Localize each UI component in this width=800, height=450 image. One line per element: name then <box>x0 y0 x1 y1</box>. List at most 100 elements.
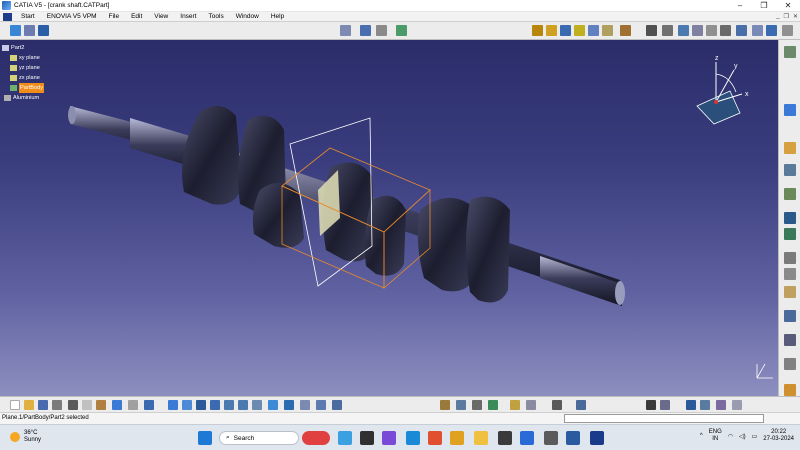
shading-icon[interactable] <box>300 400 310 410</box>
knowledge-icon[interactable] <box>700 400 710 410</box>
doc-close-icon[interactable]: ✕ <box>793 13 798 20</box>
wifi-icon[interactable]: ◠ <box>728 433 733 440</box>
boolean-icon[interactable] <box>784 188 796 200</box>
chrome-icon[interactable] <box>450 431 464 445</box>
redo-icon[interactable] <box>128 400 138 410</box>
settings-icon[interactable] <box>544 431 558 445</box>
pattern-icon[interactable] <box>782 25 793 36</box>
tree-item-yz-plane[interactable]: yz plane <box>2 63 44 73</box>
formula-icon[interactable] <box>646 400 656 410</box>
parameters-icon[interactable] <box>716 400 726 410</box>
grid-icon[interactable] <box>376 25 387 36</box>
catalog-icon[interactable] <box>576 400 586 410</box>
camera-icon[interactable] <box>552 400 562 410</box>
tree-root[interactable]: Part2 <box>2 43 44 53</box>
open-icon[interactable] <box>24 400 34 410</box>
multi-view-icon[interactable] <box>268 400 278 410</box>
translate-icon[interactable] <box>736 25 747 36</box>
menu-file[interactable]: File <box>103 13 125 20</box>
3d-viewport[interactable]: z x y Part2 xy plane yz plane zx plane P… <box>0 40 778 396</box>
taskbar-search[interactable]: ⌕ Search <box>219 431 299 445</box>
cut-icon[interactable] <box>68 400 78 410</box>
plane-icon[interactable] <box>340 25 351 36</box>
rib-icon[interactable] <box>602 25 613 36</box>
analysis-icon[interactable] <box>440 400 450 410</box>
slot-icon[interactable] <box>620 25 631 36</box>
zoom-out-icon[interactable] <box>238 400 248 410</box>
fillet-icon[interactable] <box>646 25 657 36</box>
brave-icon[interactable] <box>428 431 442 445</box>
mirror-icon[interactable] <box>766 25 777 36</box>
photos-icon[interactable] <box>566 431 580 445</box>
hide-show-icon[interactable] <box>784 310 796 322</box>
power-input-field[interactable] <box>564 414 764 423</box>
maximize-icon[interactable]: ❐ <box>752 0 776 12</box>
law-icon[interactable] <box>660 400 670 410</box>
copy-icon[interactable] <box>82 400 92 410</box>
language-indicator[interactable]: ENG IN <box>709 429 722 443</box>
select-icon[interactable] <box>784 142 796 154</box>
tree-item-material[interactable]: Aluminium <box>2 93 44 103</box>
pan-icon[interactable] <box>196 400 206 410</box>
rotate-view-icon[interactable] <box>210 400 220 410</box>
app-icon[interactable] <box>498 431 512 445</box>
curvature-icon[interactable] <box>472 400 482 410</box>
undo-icon[interactable] <box>112 400 122 410</box>
hole-icon[interactable] <box>588 25 599 36</box>
volume-icon[interactable]: ◁) <box>739 433 746 440</box>
hide-icon[interactable] <box>316 400 326 410</box>
menu-edit[interactable]: Edit <box>125 13 148 20</box>
exit-workbench-icon[interactable] <box>784 104 796 116</box>
apply-material-icon[interactable] <box>784 286 796 298</box>
dimension-icon[interactable] <box>784 268 796 280</box>
menu-window[interactable]: Window <box>230 13 265 20</box>
body-icon[interactable] <box>24 25 35 36</box>
doc-restore-icon[interactable]: ❐ <box>784 13 789 20</box>
constraint-icon[interactable] <box>784 252 796 264</box>
chamfer-icon[interactable] <box>662 25 673 36</box>
store-icon[interactable] <box>520 431 534 445</box>
edge-icon[interactable] <box>406 431 420 445</box>
thread-icon[interactable] <box>720 25 731 36</box>
axis-icon[interactable] <box>360 25 371 36</box>
pad-icon[interactable] <box>532 25 543 36</box>
tree-item-zx-plane[interactable]: zx plane <box>2 73 44 83</box>
save-icon[interactable] <box>38 400 48 410</box>
groove-icon[interactable] <box>574 25 585 36</box>
iso-view-icon[interactable] <box>284 400 294 410</box>
shell-icon[interactable] <box>692 25 703 36</box>
draft-icon[interactable] <box>678 25 689 36</box>
zoom-in-icon[interactable] <box>224 400 234 410</box>
design-table-icon[interactable] <box>686 400 696 410</box>
new-sketch-icon[interactable] <box>10 25 21 36</box>
task-view-icon[interactable] <box>360 431 374 445</box>
menu-help[interactable]: Help <box>265 13 290 20</box>
swap-visible-icon[interactable] <box>332 400 342 410</box>
close-icon[interactable]: ✕ <box>776 0 800 12</box>
fly-mode-icon[interactable] <box>168 400 178 410</box>
print-icon[interactable] <box>52 400 62 410</box>
weather-widget[interactable]: 36°C Sunny <box>10 430 41 444</box>
line-icon[interactable] <box>784 228 796 240</box>
fit-all-icon[interactable] <box>182 400 192 410</box>
start-icon[interactable] <box>198 431 212 445</box>
doc-minimize-icon[interactable]: _ <box>776 13 779 20</box>
teams-icon[interactable] <box>382 431 396 445</box>
catia-taskbar-icon[interactable] <box>590 431 604 445</box>
sketcher-icon[interactable] <box>784 46 796 58</box>
menu-insert[interactable]: Insert <box>174 13 202 20</box>
constraint-display-icon[interactable] <box>732 400 742 410</box>
shaft-icon[interactable] <box>560 25 571 36</box>
chat-icon[interactable] <box>338 431 352 445</box>
crankshaft-model[interactable]: z x y <box>0 40 778 396</box>
point-icon[interactable] <box>784 212 796 224</box>
scale-icon[interactable] <box>510 400 520 410</box>
affinity-icon[interactable] <box>526 400 536 410</box>
split-icon[interactable] <box>784 358 796 370</box>
menu-start[interactable]: Start <box>15 13 41 20</box>
copilot-icon[interactable] <box>302 431 330 445</box>
tree-item-xy-plane[interactable]: xy plane <box>2 53 44 63</box>
menu-tools[interactable]: Tools <box>203 13 230 20</box>
threads-icon[interactable] <box>488 400 498 410</box>
draft-analysis-icon[interactable] <box>456 400 466 410</box>
